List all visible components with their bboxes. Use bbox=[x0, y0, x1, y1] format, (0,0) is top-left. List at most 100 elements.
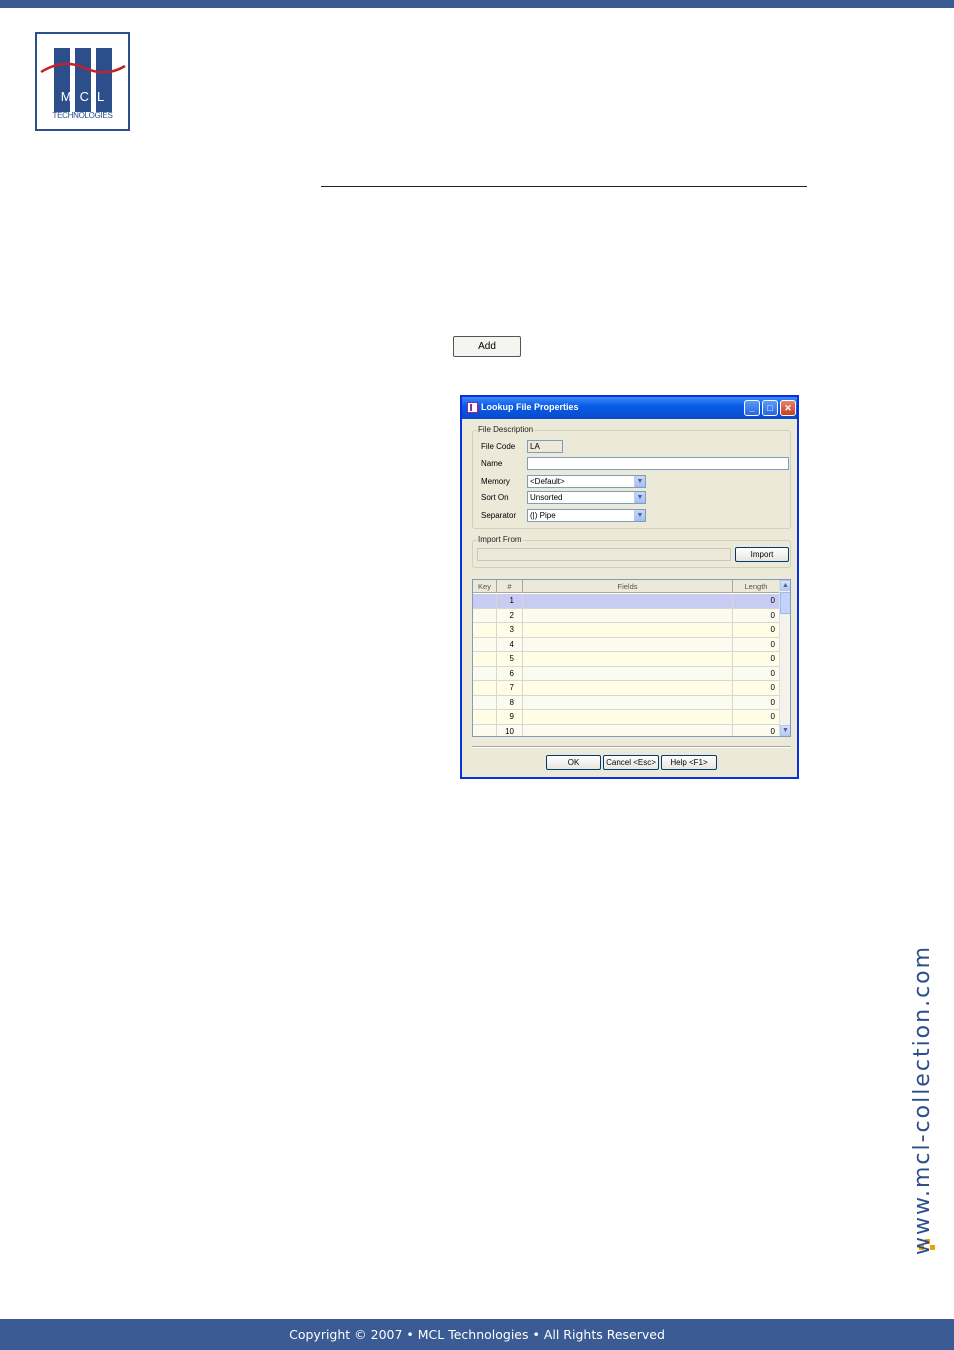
fields-column-header[interactable]: Fields bbox=[523, 580, 733, 593]
num-column-header[interactable]: # bbox=[497, 580, 523, 593]
import-button[interactable]: Import bbox=[735, 547, 789, 562]
key-cell bbox=[473, 623, 497, 637]
table-row[interactable]: 10 bbox=[473, 594, 780, 609]
table-row[interactable]: 20 bbox=[473, 608, 780, 623]
chevron-down-icon[interactable]: ▼ bbox=[634, 510, 645, 521]
row-number: 10 bbox=[497, 724, 523, 736]
minimize-icon: _ bbox=[749, 403, 755, 413]
name-field[interactable] bbox=[527, 457, 789, 470]
field-cell[interactable] bbox=[523, 710, 733, 724]
length-cell[interactable]: 0 bbox=[733, 637, 780, 651]
field-cell[interactable] bbox=[523, 623, 733, 637]
chevron-down-icon[interactable]: ▼ bbox=[634, 476, 645, 487]
field-cell[interactable] bbox=[523, 695, 733, 709]
table-row[interactable]: 70 bbox=[473, 681, 780, 696]
length-cell[interactable]: 0 bbox=[733, 608, 780, 622]
key-cell bbox=[473, 608, 497, 622]
field-cell[interactable] bbox=[523, 652, 733, 666]
key-cell bbox=[473, 695, 497, 709]
import-from-group: Import From Import bbox=[472, 535, 791, 568]
file-description-label: File Description bbox=[477, 425, 535, 434]
key-cell bbox=[473, 724, 497, 736]
logo-letters: MCL bbox=[60, 89, 113, 104]
close-button[interactable]: ✕ bbox=[780, 400, 796, 416]
minimize-button[interactable]: _ bbox=[744, 400, 760, 416]
field-cell[interactable] bbox=[523, 608, 733, 622]
memory-select[interactable]: <Default> ▼ bbox=[527, 475, 646, 488]
length-cell[interactable]: 0 bbox=[733, 695, 780, 709]
fields-grid: Key # Fields Length 10 20 30 40 50 60 70… bbox=[472, 579, 791, 737]
length-cell[interactable]: 0 bbox=[733, 652, 780, 666]
close-icon: ✕ bbox=[784, 403, 792, 413]
table-row[interactable]: 60 bbox=[473, 666, 780, 681]
vertical-scrollbar[interactable]: ▲ ▼ bbox=[779, 580, 790, 736]
key-column-header[interactable]: Key bbox=[473, 580, 497, 593]
file-code-label: File Code bbox=[481, 442, 516, 451]
field-cell[interactable] bbox=[523, 681, 733, 695]
length-cell[interactable]: 0 bbox=[733, 710, 780, 724]
dialog-separator bbox=[472, 746, 791, 748]
length-cell[interactable]: 0 bbox=[733, 666, 780, 680]
table-row[interactable]: 10 0 bbox=[473, 724, 780, 736]
file-code-field: LA bbox=[527, 440, 563, 453]
key-cell bbox=[473, 681, 497, 695]
key-cell bbox=[473, 666, 497, 680]
maximize-icon: □ bbox=[767, 403, 773, 413]
memory-label: Memory bbox=[481, 477, 510, 486]
row-number: 4 bbox=[497, 637, 523, 651]
field-cell[interactable] bbox=[523, 724, 733, 736]
sort-on-select[interactable]: Unsorted ▼ bbox=[527, 491, 646, 504]
footer: Copyright © 2007 • MCL Technologies • Al… bbox=[0, 1319, 954, 1350]
top-bar bbox=[0, 0, 954, 8]
sort-on-label: Sort On bbox=[481, 493, 509, 502]
row-number: 1 bbox=[497, 594, 523, 608]
logo-subtitle: TECHNOLOGIES bbox=[52, 111, 113, 120]
length-cell[interactable]: 0 bbox=[733, 724, 780, 736]
field-cell[interactable] bbox=[523, 637, 733, 651]
add-button[interactable]: Add bbox=[453, 336, 521, 357]
row-number: 7 bbox=[497, 681, 523, 695]
key-cell bbox=[473, 652, 497, 666]
length-column-header[interactable]: Length bbox=[733, 580, 780, 593]
cancel-button[interactable]: Cancel <Esc> bbox=[603, 755, 659, 770]
help-button[interactable]: Help <F1> bbox=[661, 755, 717, 770]
table-row[interactable]: 50 bbox=[473, 652, 780, 667]
lookup-file-properties-dialog: Lookup File Properties _ □ ✕ File Descri… bbox=[460, 395, 799, 779]
row-number: 5 bbox=[497, 652, 523, 666]
row-number: 3 bbox=[497, 623, 523, 637]
row-number: 8 bbox=[497, 695, 523, 709]
field-cell[interactable] bbox=[523, 594, 733, 608]
name-label: Name bbox=[481, 459, 503, 468]
length-cell[interactable]: 0 bbox=[733, 681, 780, 695]
key-cell bbox=[473, 594, 497, 608]
length-cell[interactable]: 0 bbox=[733, 623, 780, 637]
key-cell bbox=[473, 710, 497, 724]
table-row[interactable]: 30 bbox=[473, 623, 780, 638]
chevron-down-icon[interactable]: ▼ bbox=[634, 492, 645, 503]
mcl-logo: MCL TECHNOLOGIES bbox=[35, 32, 130, 131]
scroll-down-icon[interactable]: ▼ bbox=[780, 725, 790, 736]
row-number: 9 bbox=[497, 710, 523, 724]
import-from-label: Import From bbox=[477, 535, 523, 544]
horizontal-rule bbox=[321, 186, 807, 187]
separator-label: Separator bbox=[481, 511, 517, 520]
key-cell bbox=[473, 637, 497, 651]
table-row[interactable]: 80 bbox=[473, 695, 780, 710]
table-row[interactable]: 40 bbox=[473, 637, 780, 652]
scroll-up-icon[interactable]: ▲ bbox=[780, 580, 790, 591]
table-row[interactable]: 90 bbox=[473, 710, 780, 725]
field-cell[interactable] bbox=[523, 666, 733, 680]
ok-button[interactable]: OK bbox=[546, 755, 601, 770]
scroll-thumb[interactable] bbox=[780, 592, 790, 614]
separator-select[interactable]: (|) Pipe ▼ bbox=[527, 509, 646, 522]
dialog-titlebar[interactable]: Lookup File Properties _ □ ✕ bbox=[462, 397, 797, 419]
maximize-button[interactable]: □ bbox=[762, 400, 778, 416]
import-path-field bbox=[477, 548, 731, 561]
sort-on-select-value: Unsorted bbox=[530, 493, 563, 502]
separator-select-value: (|) Pipe bbox=[530, 511, 556, 520]
dialog-title: Lookup File Properties bbox=[481, 402, 579, 412]
grid-header: Key # Fields Length bbox=[473, 580, 780, 593]
row-number: 6 bbox=[497, 666, 523, 680]
file-description-group: File Description File Code LA Name Memor… bbox=[472, 425, 791, 529]
length-cell[interactable]: 0 bbox=[733, 594, 780, 608]
